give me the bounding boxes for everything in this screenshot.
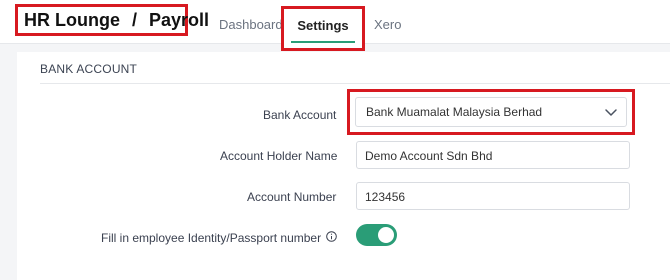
chevron-down-icon [605, 109, 617, 116]
active-tab-underline [291, 41, 355, 43]
bank-account-label: Bank Account [263, 108, 337, 122]
fill-identity-toggle[interactable] [356, 224, 397, 246]
account-number-value: 123456 [365, 190, 406, 204]
account-holder-name-input[interactable]: Demo Account Sdn Bhd [356, 141, 630, 169]
section-divider [40, 83, 670, 84]
tab-xero[interactable]: Xero [374, 17, 401, 32]
bank-account-select-highlight: Bank Muamalat Malaysia Berhad [347, 89, 635, 135]
tab-settings[interactable]: Settings [281, 6, 365, 51]
tab-settings-label: Settings [297, 18, 349, 33]
section-title: BANK ACCOUNT [40, 62, 138, 76]
breadcrumb-separator: / [132, 9, 138, 30]
breadcrumb-current: Payroll [149, 9, 210, 30]
fill-identity-label: Fill in employee Identity/Passport numbe… [101, 231, 322, 245]
bank-account-select[interactable]: Bank Muamalat Malaysia Berhad [355, 97, 627, 127]
account-holder-name-value: Demo Account Sdn Bhd [365, 149, 493, 163]
toggle-knob [378, 227, 394, 243]
bank-account-value: Bank Muamalat Malaysia Berhad [366, 105, 543, 119]
info-icon[interactable] [326, 231, 337, 242]
breadcrumb-root[interactable]: HR Lounge [24, 10, 120, 31]
account-number-label: Account Number [247, 190, 337, 204]
account-holder-name-label: Account Holder Name [220, 149, 338, 163]
breadcrumb: HR Lounge / Payroll [15, 4, 209, 36]
account-number-input[interactable]: 123456 [356, 182, 630, 210]
tab-dashboard[interactable]: Dashboard [219, 17, 283, 32]
